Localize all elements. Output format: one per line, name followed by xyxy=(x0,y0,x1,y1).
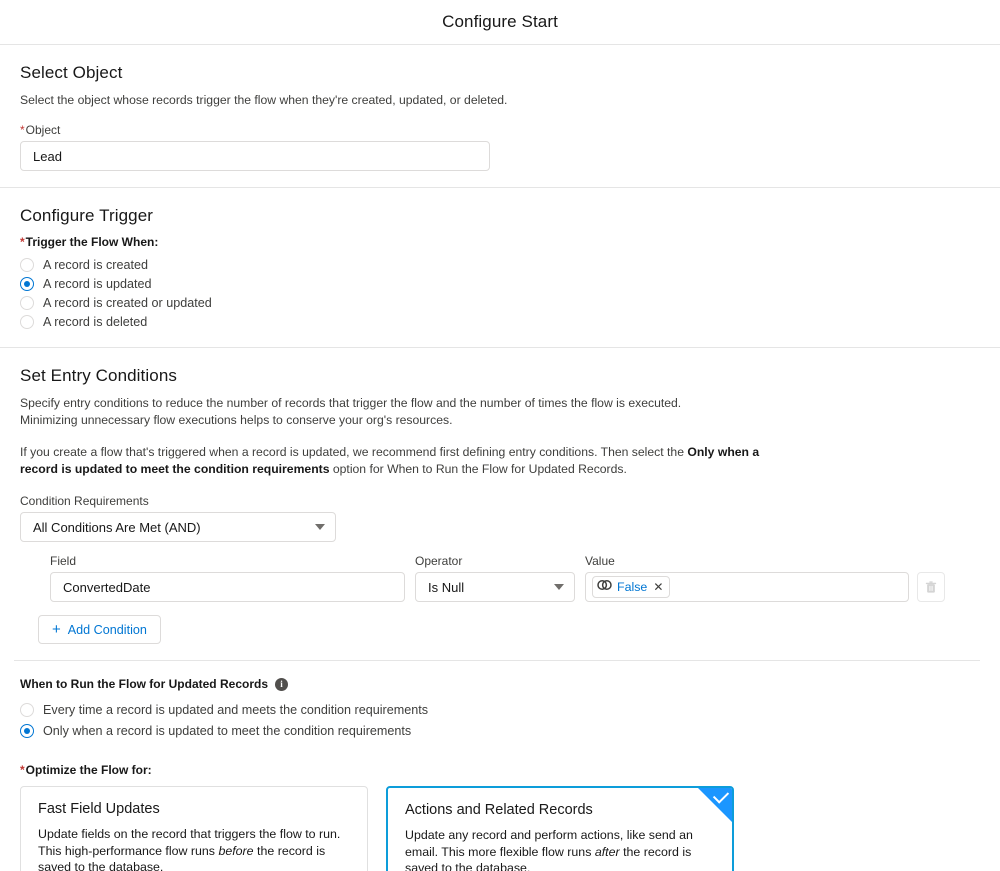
optimize-cards: Fast Field Updates Update fields on the … xyxy=(20,786,980,871)
radio-icon xyxy=(20,702,34,717)
delete-condition-button[interactable] xyxy=(917,572,945,602)
radio-icon-selected xyxy=(20,723,34,738)
when-to-run-group: When to Run the Flow for Updated Records… xyxy=(20,677,980,741)
object-input[interactable]: Lead xyxy=(20,141,490,171)
radio-label: Only when a record is updated to meet th… xyxy=(43,723,412,738)
chevron-down-icon xyxy=(315,524,325,530)
condition-value-input[interactable]: False ✕ xyxy=(585,572,909,602)
condition-field-column: Field ConvertedDate xyxy=(50,554,405,602)
required-asterisk: * xyxy=(20,235,25,249)
trash-icon xyxy=(925,580,937,593)
optimize-card-actions-and-related-records[interactable]: Actions and Related Records Update any r… xyxy=(386,786,734,871)
modal-header: Configure Start xyxy=(0,0,1000,45)
condition-operator-column: Operator Is Null xyxy=(415,554,575,602)
condition-field-value: ConvertedDate xyxy=(63,579,151,595)
radio-option-record-updated[interactable]: A record is updated xyxy=(20,274,980,293)
entry-conditions-recommendation: If you create a flow that's triggered wh… xyxy=(20,444,780,478)
entry-conditions-heading: Set Entry Conditions xyxy=(20,366,177,385)
value-column-label: Value xyxy=(585,554,615,568)
configure-trigger-section: Configure Trigger *Trigger the Flow When… xyxy=(0,188,1000,348)
condition-value-column: Value False ✕ xyxy=(585,554,945,602)
radio-label: Every time a record is updated and meets… xyxy=(43,702,429,717)
condition-operator-select[interactable]: Is Null xyxy=(415,572,575,602)
radio-icon xyxy=(20,314,34,329)
optimize-card-fast-field-updates[interactable]: Fast Field Updates Update fields on the … xyxy=(20,786,368,871)
recommendation-suffix: option for When to Run the Flow for Upda… xyxy=(329,462,627,476)
condition-field-input[interactable]: ConvertedDate xyxy=(50,572,405,602)
value-pill-text: False xyxy=(617,580,648,594)
add-condition-label: Add Condition xyxy=(67,622,147,637)
radio-label: A record is updated xyxy=(43,276,152,291)
object-label-text: Object xyxy=(25,123,61,137)
condition-requirements-value: All Conditions Are Met (AND) xyxy=(33,519,201,535)
entry-conditions-description: Specify entry conditions to reduce the n… xyxy=(20,396,682,427)
radio-option-every-time[interactable]: Every time a record is updated and meets… xyxy=(20,699,980,720)
field-column-label: Field xyxy=(50,554,77,568)
select-object-description: Select the object whose records trigger … xyxy=(20,93,508,107)
operator-column-label: Operator xyxy=(415,554,463,568)
configure-trigger-heading: Configure Trigger xyxy=(20,206,154,225)
when-to-run-radio-group: Every time a record is updated and meets… xyxy=(20,699,980,741)
condition-requirements-label: Condition Requirements xyxy=(20,494,149,508)
trigger-legend: *Trigger the Flow When: xyxy=(20,235,980,249)
add-condition-button[interactable]: + Add Condition xyxy=(38,615,161,644)
radio-icon xyxy=(20,295,34,310)
condition-requirements-group: Condition Requirements All Conditions Ar… xyxy=(20,494,980,542)
optimize-label-text: Optimize the Flow for: xyxy=(25,763,152,777)
required-asterisk: * xyxy=(20,123,25,137)
condition-requirements-select[interactable]: All Conditions Are Met (AND) xyxy=(20,512,336,542)
recommendation-prefix: If you create a flow that's triggered wh… xyxy=(20,445,688,459)
when-to-run-label: When to Run the Flow for Updated Records xyxy=(20,677,268,691)
required-asterisk: * xyxy=(20,763,25,777)
trigger-legend-text: Trigger the Flow When: xyxy=(25,235,159,249)
radio-icon-selected xyxy=(20,276,34,291)
configure-start-modal: Configure Start Select Object Select the… xyxy=(0,0,1000,871)
object-field-label: *Object xyxy=(20,123,980,137)
card-desc-italic: after xyxy=(594,844,620,859)
optimize-label: *Optimize the Flow for: xyxy=(20,763,980,777)
value-pill[interactable]: False ✕ xyxy=(592,576,671,598)
radio-option-only-when-meets[interactable]: Only when a record is updated to meet th… xyxy=(20,720,980,741)
condition-row: Field ConvertedDate Operator Is Null Val… xyxy=(20,554,980,602)
info-icon[interactable]: i xyxy=(275,677,288,691)
select-object-section: Select Object Select the object whose re… xyxy=(0,45,1000,188)
radio-option-record-created[interactable]: A record is created xyxy=(20,255,980,274)
radio-label: A record is deleted xyxy=(43,314,148,329)
condition-operator-value: Is Null xyxy=(428,579,465,595)
section-divider xyxy=(14,660,980,661)
when-to-run-header: When to Run the Flow for Updated Records… xyxy=(20,677,980,691)
boolean-icon xyxy=(597,578,612,596)
select-object-heading: Select Object xyxy=(20,63,123,82)
entry-conditions-section: Set Entry Conditions Specify entry condi… xyxy=(0,348,1000,871)
plus-icon: + xyxy=(52,621,61,638)
card-title: Fast Field Updates xyxy=(38,801,160,817)
card-description: Update any record and perform actions, l… xyxy=(405,827,716,871)
radio-option-record-created-or-updated[interactable]: A record is created or updated xyxy=(20,293,980,312)
radio-option-record-deleted[interactable]: A record is deleted xyxy=(20,312,980,331)
close-icon[interactable]: ✕ xyxy=(652,581,664,593)
radio-icon xyxy=(20,257,34,272)
radio-label: A record is created or updated xyxy=(43,295,212,310)
optimize-flow-group: *Optimize the Flow for: Fast Field Updat… xyxy=(20,763,980,871)
page-title: Configure Start xyxy=(442,12,558,31)
chevron-down-icon xyxy=(554,584,564,590)
card-title: Actions and Related Records xyxy=(405,802,593,818)
object-input-value: Lead xyxy=(33,148,62,164)
card-description: Update fields on the record that trigger… xyxy=(38,826,351,871)
trigger-radio-group: A record is created A record is updated … xyxy=(20,255,980,331)
radio-label: A record is created xyxy=(43,257,148,272)
card-desc-italic: before xyxy=(218,843,254,858)
